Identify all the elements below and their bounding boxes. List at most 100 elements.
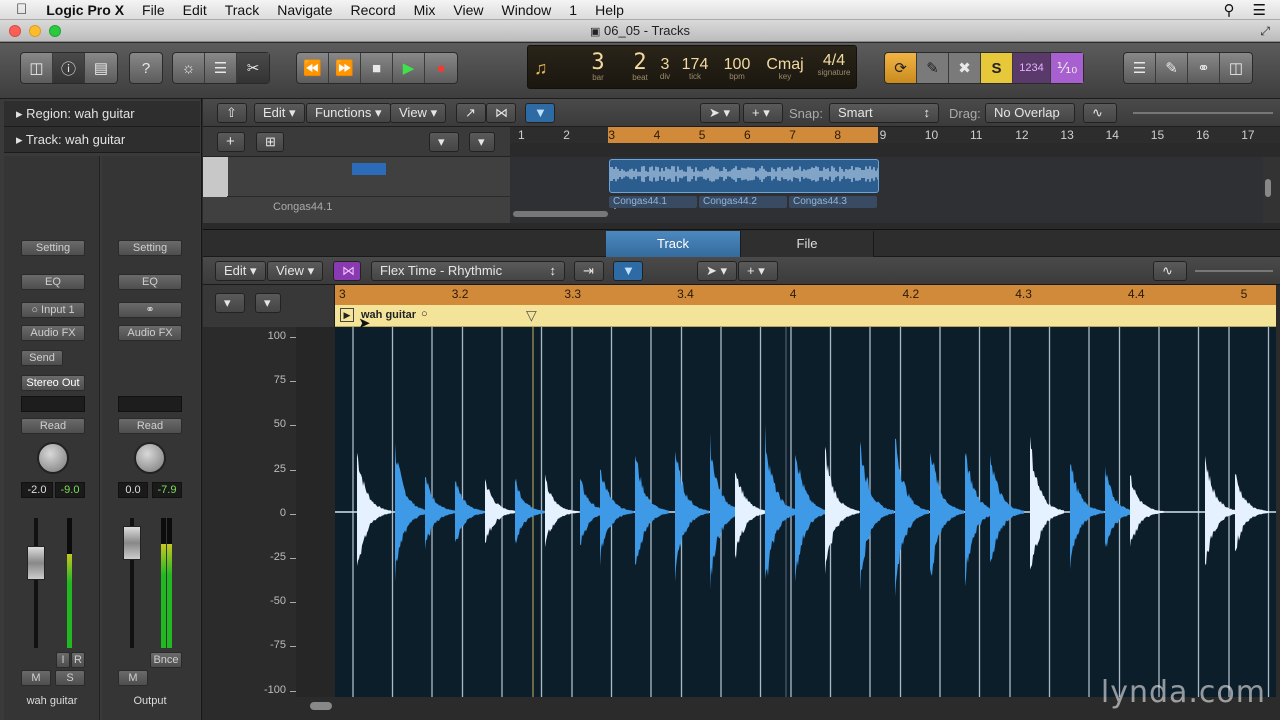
zoom-window-button[interactable] — [49, 25, 61, 37]
menu-window[interactable]: Window — [493, 2, 561, 18]
region-congas-2[interactable]: Congas44.2 — [699, 196, 787, 208]
apple-icon[interactable]:  — [0, 1, 37, 18]
anchor-marker-icon[interactable]: ▽ — [526, 307, 537, 324]
pencil-icon[interactable]: ✎ — [917, 53, 949, 83]
region-congas-1[interactable]: Congas44.1 — [609, 196, 697, 208]
region-congas-3[interactable]: Congas44.3 — [789, 196, 877, 208]
editor-view-menu[interactable]: View ▾ — [267, 261, 324, 281]
tracks-functions-menu[interactable]: Functions ▾ — [306, 103, 391, 123]
mute-button[interactable]: M — [118, 670, 148, 686]
spotlight-search-icon[interactable]: ⚲ — [1224, 1, 1235, 19]
tracks-vertical-scrollbar[interactable] — [1265, 179, 1271, 197]
record-enable-button[interactable]: R — [71, 652, 85, 668]
inspector-icon[interactable]: ⓘ — [53, 53, 85, 83]
stereo-link-icon[interactable]: ⚭ — [118, 302, 182, 318]
setting-button[interactable]: Setting — [21, 240, 85, 256]
library-icon[interactable]: ◫ — [21, 53, 53, 83]
mute-button[interactable]: M — [21, 670, 51, 686]
menu-app[interactable]: Logic Pro X — [37, 2, 133, 18]
volume-fader-handle[interactable] — [27, 546, 45, 580]
tab-file[interactable]: File — [740, 231, 874, 257]
smart-controls-icon[interactable]: ☼ — [173, 53, 205, 83]
lcd-time-signature[interactable]: 4/4 — [823, 52, 845, 69]
pointer-tool-menu[interactable]: ➤ ▾ — [700, 103, 740, 123]
editor-horizontal-scrollbar[interactable] — [310, 702, 332, 710]
region-options-icon[interactable]: ▾ — [429, 132, 459, 152]
lcd-key[interactable]: Cmaj — [766, 56, 803, 73]
back-arrow-icon[interactable]: ⇧ — [217, 103, 247, 123]
track-name-congas[interactable]: Congas44.1 — [273, 201, 332, 213]
browser-icon[interactable]: ◫ — [1220, 53, 1252, 83]
group-slot[interactable] — [21, 396, 85, 412]
stop-icon[interactable]: ■ — [361, 53, 393, 83]
menu-record[interactable]: Record — [341, 2, 404, 18]
pan-knob[interactable] — [37, 442, 69, 474]
send-slot[interactable]: Send — [21, 350, 63, 366]
menu-screenset[interactable]: 1 — [560, 2, 586, 18]
menu-navigate[interactable]: Navigate — [268, 2, 341, 18]
audio-region-wah-guitar[interactable] — [609, 159, 879, 193]
editor-edit-menu[interactable]: Edit ▾ — [215, 261, 266, 281]
solo-icon[interactable]: S — [981, 53, 1013, 83]
automation-mode-button[interactable]: Read — [21, 418, 85, 434]
lcd-display[interactable]: ♫ 3 bar 2 beat 3 div 174 tick 100 bpm Cmaj key… — [527, 45, 857, 89]
cycle-icon[interactable]: ⟳ — [885, 53, 917, 83]
editor-zoom-slider[interactable] — [1195, 265, 1273, 277]
catch-icon[interactable]: ↗ — [456, 103, 486, 123]
count-in-display[interactable]: 1234 — [1013, 53, 1051, 83]
fast-forward-icon[interactable]: ⏩ — [329, 53, 361, 83]
output-button[interactable]: Stereo Out — [21, 375, 85, 391]
editor-ruler[interactable]: 3 3.2 3.3 3.4 4 4.2 4.3 4.4 5 — [335, 285, 1276, 305]
metronome-icon[interactable]: ⅒ — [1051, 53, 1083, 83]
fullscreen-icon[interactable]: ⤢ — [1260, 20, 1270, 42]
tracks-horizontal-scrollbar[interactable] — [513, 211, 608, 217]
volume-value[interactable]: -2.0 — [21, 482, 53, 498]
region-loop-icon[interactable]: ○ — [421, 308, 428, 320]
balance-knob[interactable] — [134, 442, 166, 474]
group-slot[interactable] — [118, 396, 182, 412]
flex-icon[interactable]: ⋈ — [486, 103, 516, 123]
minimize-window-button[interactable] — [29, 25, 41, 37]
audio-fx-slot[interactable]: Audio FX — [118, 325, 182, 341]
solo-button[interactable]: S — [55, 670, 85, 686]
region-header-bar[interactable]: ▶ wah guitar ○ ▽ — [335, 305, 1276, 327]
menu-help[interactable]: Help — [586, 2, 633, 18]
drag-popup[interactable]: No Overlap — [985, 103, 1075, 123]
audio-fx-slot[interactable]: Audio FX — [21, 325, 85, 341]
eq-button[interactable]: EQ — [21, 274, 85, 290]
zoom-sliders[interactable] — [1133, 107, 1273, 119]
close-window-button[interactable] — [9, 25, 21, 37]
list-editors-icon[interactable]: ☰ — [1124, 53, 1156, 83]
editor-pointer-tool-menu[interactable]: ➤ ▾ — [697, 261, 737, 281]
loop-browser-icon[interactable]: ⚭ — [1188, 53, 1220, 83]
input-monitor-button[interactable]: I — [56, 652, 70, 668]
eq-button[interactable]: EQ — [118, 274, 182, 290]
editors-scissors-icon[interactable]: ✂ — [237, 53, 269, 83]
disclosure-triangle-icon[interactable]: ▸ — [16, 106, 23, 121]
track-inspector-header[interactable]: ▸ Track: wah guitar — [4, 127, 200, 153]
rewind-icon[interactable]: ⏪ — [297, 53, 329, 83]
editor-region-options-icon[interactable]: ▾ — [255, 293, 281, 313]
bounce-button[interactable]: Bnce — [150, 652, 182, 668]
play-icon[interactable]: ▶ — [393, 53, 425, 83]
tracks-ruler[interactable]: 1 2 3 4 5 6 7 8 9 10 11 12 13 14 15 16 17 — [510, 127, 1280, 143]
menu-track[interactable]: Track — [216, 2, 268, 18]
add-track-icon[interactable]: + — [217, 132, 245, 152]
waveform-zoom-icon[interactable]: ∿ — [1083, 103, 1117, 123]
flex-mode-popup[interactable]: Flex Time - Rhythmic ↕ — [371, 261, 565, 281]
snap-popup[interactable]: Smart ↕ — [829, 103, 939, 123]
tracks-view-menu[interactable]: View ▾ — [390, 103, 447, 123]
input-button[interactable]: ○ Input 1 — [21, 302, 85, 318]
toolbar-icon[interactable]: ▤ — [85, 53, 117, 83]
quick-help-icon[interactable]: ? — [130, 53, 162, 83]
track-options-icon[interactable]: ▾ — [469, 132, 495, 152]
mixer-icon[interactable]: ☰ — [205, 53, 237, 83]
lcd-tempo[interactable]: 100 — [724, 56, 751, 73]
catch-playhead-icon[interactable]: ⇥ — [574, 261, 604, 281]
disclosure-triangle-icon[interactable]: ▸ — [16, 132, 23, 147]
replace-icon[interactable]: ✖ — [949, 53, 981, 83]
tracks-edit-menu[interactable]: Edit ▾ — [254, 103, 305, 123]
duplicate-track-icon[interactable]: ⊞ — [256, 132, 284, 152]
menu-view[interactable]: View — [444, 2, 492, 18]
marquee-tool-menu[interactable]: + ▾ — [743, 103, 783, 123]
